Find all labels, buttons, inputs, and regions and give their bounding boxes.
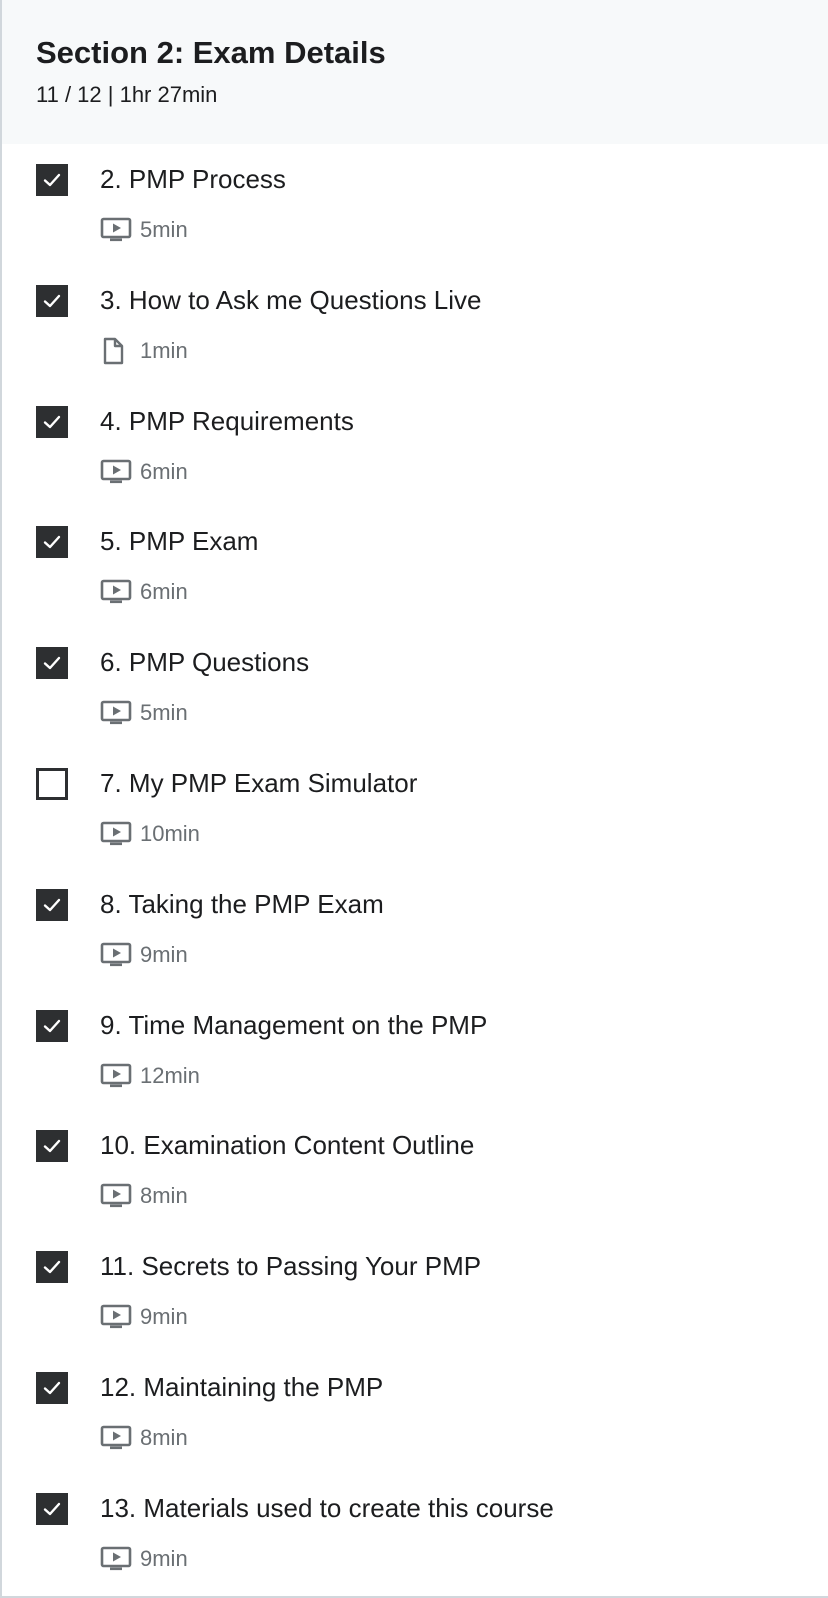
completed-checkbox[interactable] bbox=[36, 405, 68, 438]
completed-checkbox[interactable] bbox=[36, 1492, 68, 1525]
lecture-meta: 9min bbox=[100, 1303, 188, 1331]
video-icon bbox=[100, 458, 132, 486]
lecture-title[interactable]: 12. Maintaining the PMP bbox=[100, 1370, 383, 1404]
lecture-item[interactable]: 3. How to Ask me Questions Live 1min bbox=[2, 265, 828, 386]
lecture-title[interactable]: 7. My PMP Exam Simulator bbox=[100, 766, 417, 800]
lecture-title[interactable]: 3. How to Ask me Questions Live bbox=[100, 283, 482, 317]
completed-checkbox[interactable] bbox=[36, 526, 68, 559]
video-icon bbox=[100, 1303, 132, 1331]
lecture-duration: 12min bbox=[140, 1062, 200, 1088]
lecture-item[interactable]: 6. PMP Questions 5min bbox=[2, 627, 828, 748]
completed-checkbox[interactable] bbox=[36, 1130, 68, 1163]
lecture-item[interactable]: 7. My PMP Exam Simulator 10min bbox=[2, 748, 828, 869]
completed-checkbox[interactable] bbox=[36, 888, 68, 921]
lecture-item[interactable]: 5. PMP Exam 6min bbox=[2, 506, 828, 627]
lecture-title[interactable]: 2. PMP Process bbox=[100, 162, 286, 196]
lecture-meta: 9min bbox=[100, 941, 188, 969]
lecture-item[interactable]: 13. Materials used to create this course… bbox=[2, 1473, 828, 1594]
incomplete-checkbox[interactable] bbox=[36, 767, 68, 800]
lecture-meta: 6min bbox=[100, 578, 188, 606]
lecture-duration: 5min bbox=[140, 700, 188, 726]
video-icon bbox=[100, 820, 132, 848]
lecture-meta: 8min bbox=[100, 1424, 188, 1452]
lecture-meta: 12min bbox=[100, 1062, 200, 1090]
lecture-title[interactable]: 11. Secrets to Passing Your PMP bbox=[100, 1249, 481, 1283]
lecture-duration: 1min bbox=[140, 337, 188, 363]
lecture-item[interactable]: 2. PMP Process 5min bbox=[2, 144, 828, 265]
completed-checkbox[interactable] bbox=[36, 647, 68, 680]
video-icon bbox=[100, 578, 132, 606]
lecture-title[interactable]: 4. PMP Requirements bbox=[100, 404, 354, 438]
lecture-item[interactable]: 4. PMP Requirements 6min bbox=[2, 386, 828, 507]
video-icon bbox=[100, 699, 132, 727]
lecture-meta: 5min bbox=[100, 699, 188, 727]
video-icon bbox=[100, 1182, 132, 1210]
video-icon bbox=[100, 1545, 132, 1573]
section-progress-meta: 11 / 12 | 1hr 27min bbox=[36, 82, 218, 107]
video-icon bbox=[100, 216, 132, 244]
completed-checkbox[interactable] bbox=[36, 284, 68, 317]
lecture-duration: 9min bbox=[140, 941, 188, 967]
lecture-list: 2. PMP Process 5min 3. How to Ask me Quest… bbox=[2, 144, 828, 1594]
course-section-panel: Section 2: Exam Details 11 / 12 | 1hr 27… bbox=[0, 0, 828, 1598]
section-title: Section 2: Exam Details bbox=[36, 35, 386, 70]
lecture-title[interactable]: 8. Taking the PMP Exam bbox=[100, 887, 384, 921]
lecture-duration: 6min bbox=[140, 579, 188, 605]
completed-checkbox[interactable] bbox=[36, 164, 68, 196]
lecture-meta: 6min bbox=[100, 458, 188, 486]
lecture-meta: 1min bbox=[100, 337, 188, 365]
lecture-duration: 5min bbox=[140, 217, 188, 242]
lecture-item[interactable]: 12. Maintaining the PMP 8min bbox=[2, 1352, 828, 1473]
lecture-duration: 8min bbox=[140, 1183, 188, 1209]
lecture-title[interactable]: 10. Examination Content Outline bbox=[100, 1128, 474, 1162]
lecture-duration: 8min bbox=[140, 1424, 188, 1450]
lecture-duration: 9min bbox=[140, 1545, 188, 1571]
completed-checkbox[interactable] bbox=[36, 1009, 68, 1042]
file-icon bbox=[100, 337, 132, 365]
section-header[interactable]: Section 2: Exam Details 11 / 12 | 1hr 27… bbox=[2, 0, 828, 144]
lecture-title[interactable]: 5. PMP Exam bbox=[100, 524, 258, 558]
lecture-title[interactable]: 9. Time Management on the PMP bbox=[100, 1008, 487, 1042]
lecture-duration: 6min bbox=[140, 458, 188, 484]
lecture-duration: 9min bbox=[140, 1304, 188, 1330]
video-icon bbox=[100, 941, 132, 969]
lecture-title[interactable]: 13. Materials used to create this course bbox=[100, 1491, 554, 1525]
lecture-meta: 9min bbox=[100, 1545, 188, 1573]
video-icon bbox=[100, 1062, 132, 1090]
lecture-item[interactable]: 9. Time Management on the PMP 12min bbox=[2, 990, 828, 1111]
lecture-item[interactable]: 11. Secrets to Passing Your PMP 9min bbox=[2, 1231, 828, 1352]
completed-checkbox[interactable] bbox=[36, 1371, 68, 1404]
lecture-item[interactable]: 10. Examination Content Outline 8min bbox=[2, 1110, 828, 1231]
lecture-item[interactable]: 8. Taking the PMP Exam 9min bbox=[2, 869, 828, 990]
video-icon bbox=[100, 1424, 132, 1452]
lecture-title[interactable]: 6. PMP Questions bbox=[100, 645, 309, 679]
lecture-meta: 5min bbox=[100, 216, 188, 244]
completed-checkbox[interactable] bbox=[36, 1251, 68, 1284]
lecture-duration: 10min bbox=[140, 820, 200, 846]
lecture-meta: 10min bbox=[100, 820, 200, 848]
lecture-meta: 8min bbox=[100, 1182, 188, 1210]
